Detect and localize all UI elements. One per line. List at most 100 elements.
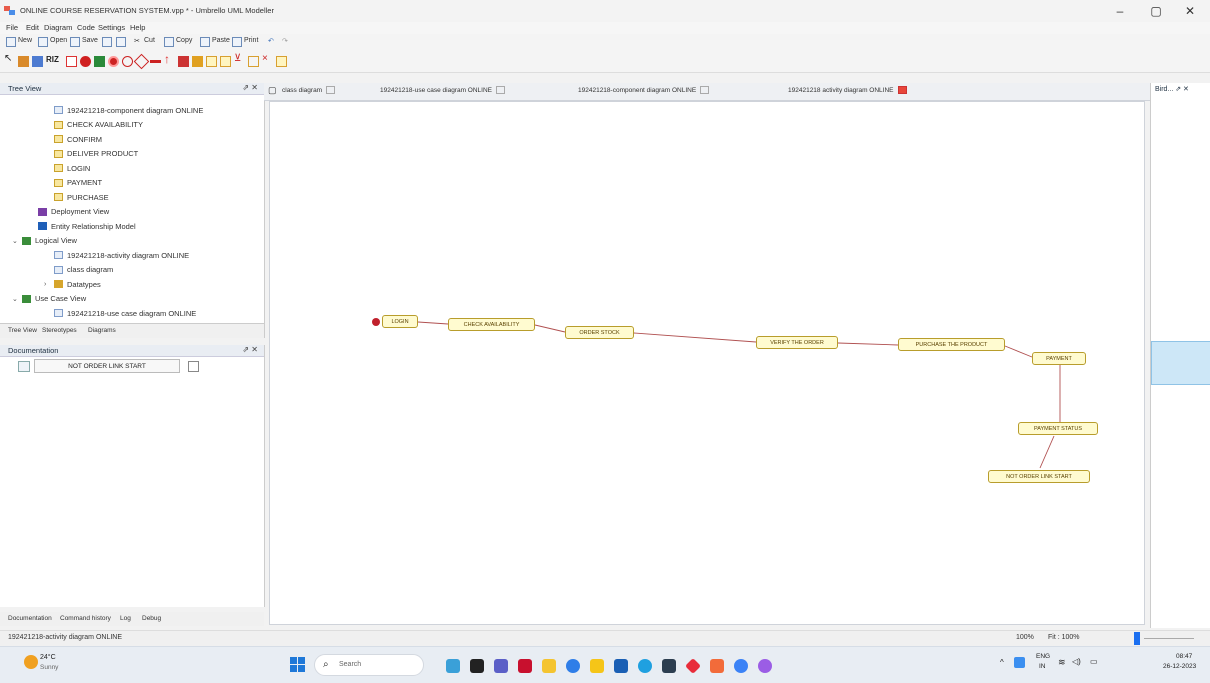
- tree-item[interactable]: LOGIN: [54, 162, 90, 174]
- volume-icon[interactable]: ◁): [1072, 657, 1081, 666]
- paste-button[interactable]: Paste: [212, 37, 230, 44]
- node-not-order-link-start[interactable]: NOT ORDER LINK START: [988, 470, 1090, 483]
- transition-icon[interactable]: ↑: [164, 52, 175, 66]
- region-icon[interactable]: [220, 56, 231, 67]
- documentation-field[interactable]: NOT ORDER LINK START: [34, 359, 180, 373]
- app-icon-3[interactable]: [685, 658, 701, 674]
- initial-state-icon[interactable]: [80, 56, 91, 67]
- new-button[interactable]: New: [18, 37, 32, 44]
- clock-time[interactable]: 08:47: [1176, 653, 1192, 660]
- file-explorer-icon[interactable]: [542, 659, 556, 673]
- task-view-icon[interactable]: [470, 659, 484, 673]
- app-icon-4[interactable]: [758, 659, 772, 673]
- minimize-button[interactable]: –: [1110, 4, 1130, 18]
- mcafee-icon[interactable]: [518, 659, 532, 673]
- fork-icon[interactable]: [122, 56, 133, 67]
- node-check-availability[interactable]: CHECK AVAILABILITY: [448, 318, 535, 331]
- umbrello-icon[interactable]: [710, 659, 724, 673]
- documentation-checkbox[interactable]: [188, 361, 199, 372]
- precondition-icon[interactable]: [276, 56, 287, 67]
- tab-close-icon[interactable]: [897, 86, 907, 94]
- initial-node[interactable]: [372, 318, 380, 326]
- zoom-slider-handle[interactable]: [1134, 632, 1140, 645]
- activity-icon[interactable]: [94, 56, 105, 67]
- region-indicator[interactable]: IN: [1039, 663, 1046, 670]
- diagram-canvas[interactable]: LOGIN CHECK AVAILABILITY ORDER STOCK VER…: [269, 101, 1145, 625]
- maximize-button[interactable]: ▢: [1146, 4, 1166, 18]
- branch-icon[interactable]: [133, 53, 150, 70]
- cut-button[interactable]: Cut: [144, 37, 155, 44]
- tab-class-diagram[interactable]: class diagram: [282, 86, 336, 94]
- tray-app-icon[interactable]: [1014, 657, 1025, 668]
- edge-browser-icon[interactable]: [566, 659, 580, 673]
- doc-panel-controls[interactable]: ⇗ ✕: [242, 345, 258, 354]
- tree-item[interactable]: DELIVER PRODUCT: [54, 148, 138, 160]
- tab-activity-diagram[interactable]: 192421218 activity diagram ONLINE: [788, 86, 907, 94]
- show-hidden-icons[interactable]: ^: [1000, 658, 1004, 667]
- edge-login-check[interactable]: [417, 321, 449, 325]
- app-icon-1[interactable]: [638, 659, 652, 673]
- edge-order-verify[interactable]: [633, 332, 757, 343]
- chrome-icon[interactable]: [734, 659, 748, 673]
- node-payment[interactable]: PAYMENT: [1032, 352, 1086, 365]
- tab-use-case-diagram[interactable]: 192421218-use case diagram ONLINE: [380, 86, 506, 94]
- tab-close-icon[interactable]: [496, 86, 506, 94]
- battery-icon[interactable]: ▭: [1090, 657, 1098, 666]
- redo-icon[interactable]: ↷: [282, 37, 288, 45]
- wifi-icon[interactable]: ≋: [1058, 657, 1066, 668]
- print-icon[interactable]: [232, 37, 242, 47]
- windows-start-icon[interactable]: [290, 657, 305, 672]
- widgets-icon[interactable]: [446, 659, 460, 673]
- tab-close-icon[interactable]: [700, 86, 710, 94]
- edge-verify-purchase[interactable]: [837, 342, 899, 346]
- tab-log[interactable]: Log: [120, 615, 131, 622]
- edge-purchase-payment[interactable]: [1004, 345, 1033, 358]
- open-icon[interactable]: [38, 37, 48, 47]
- new-icon[interactable]: [6, 37, 16, 47]
- print-button[interactable]: Print: [244, 37, 258, 44]
- tree-item[interactable]: ⌄ Logical View: [12, 235, 77, 247]
- tab-component-diagram[interactable]: 192421218-component diagram ONLINE: [578, 86, 710, 94]
- open-button[interactable]: Open: [50, 37, 67, 44]
- select-arrow-icon[interactable]: ↖: [4, 53, 15, 64]
- tree-item[interactable]: Entity Relationship Model: [38, 220, 136, 232]
- edge-check-order[interactable]: [534, 324, 566, 333]
- new-diagram-icon[interactable]: ▢: [268, 85, 277, 96]
- zoom-slider-track[interactable]: [1144, 638, 1194, 639]
- tree-item[interactable]: PURCHASE: [54, 191, 109, 203]
- copy-button[interactable]: Copy: [176, 37, 192, 44]
- weather-desc[interactable]: Sunny: [40, 664, 58, 671]
- cut-icon[interactable]: ✂: [134, 37, 140, 45]
- copy-icon[interactable]: [164, 37, 174, 47]
- tree-item[interactable]: CHECK AVAILABILITY: [54, 119, 143, 131]
- edge-status-notorder[interactable]: [1039, 435, 1055, 469]
- tree-item[interactable]: ⌄ Use Case View: [12, 293, 86, 305]
- save-icon[interactable]: [70, 37, 80, 47]
- partition-icon[interactable]: [248, 56, 259, 67]
- menu-edit[interactable]: Edit: [26, 23, 39, 32]
- menu-settings[interactable]: Settings: [98, 23, 125, 32]
- node-login[interactable]: LOGIN: [382, 315, 418, 328]
- send-signal-icon[interactable]: [178, 56, 189, 67]
- join-icon[interactable]: [150, 60, 161, 63]
- menu-diagram[interactable]: Diagram: [44, 23, 72, 32]
- object-node-icon[interactable]: [206, 56, 217, 67]
- final-state-icon[interactable]: [108, 56, 119, 67]
- teams-icon[interactable]: [494, 659, 508, 673]
- tab-debug[interactable]: Debug: [142, 615, 161, 622]
- undo-icon[interactable]: ↶: [268, 37, 274, 45]
- tree-item[interactable]: 192421218-use case diagram ONLINE: [54, 307, 196, 319]
- menu-code[interactable]: Code: [77, 23, 95, 32]
- node-verify-order[interactable]: VERIFY THE ORDER: [756, 336, 838, 349]
- save-button[interactable]: Save: [82, 37, 98, 44]
- store-icon[interactable]: [614, 659, 628, 673]
- node-payment-status[interactable]: PAYMENT STATUS: [1018, 422, 1098, 435]
- tab-tree-view[interactable]: Tree View: [8, 327, 37, 334]
- app-icon-2[interactable]: [662, 659, 676, 673]
- tree-item[interactable]: 192421218-component diagram ONLINE: [54, 104, 203, 116]
- viewport-indicator[interactable]: [1151, 341, 1210, 385]
- tab-command-history[interactable]: Command history: [60, 615, 111, 622]
- node-order-stock[interactable]: ORDER STOCK: [565, 326, 634, 339]
- exception-icon[interactable]: ×: [262, 53, 273, 64]
- expander-icon[interactable]: ›: [44, 281, 52, 288]
